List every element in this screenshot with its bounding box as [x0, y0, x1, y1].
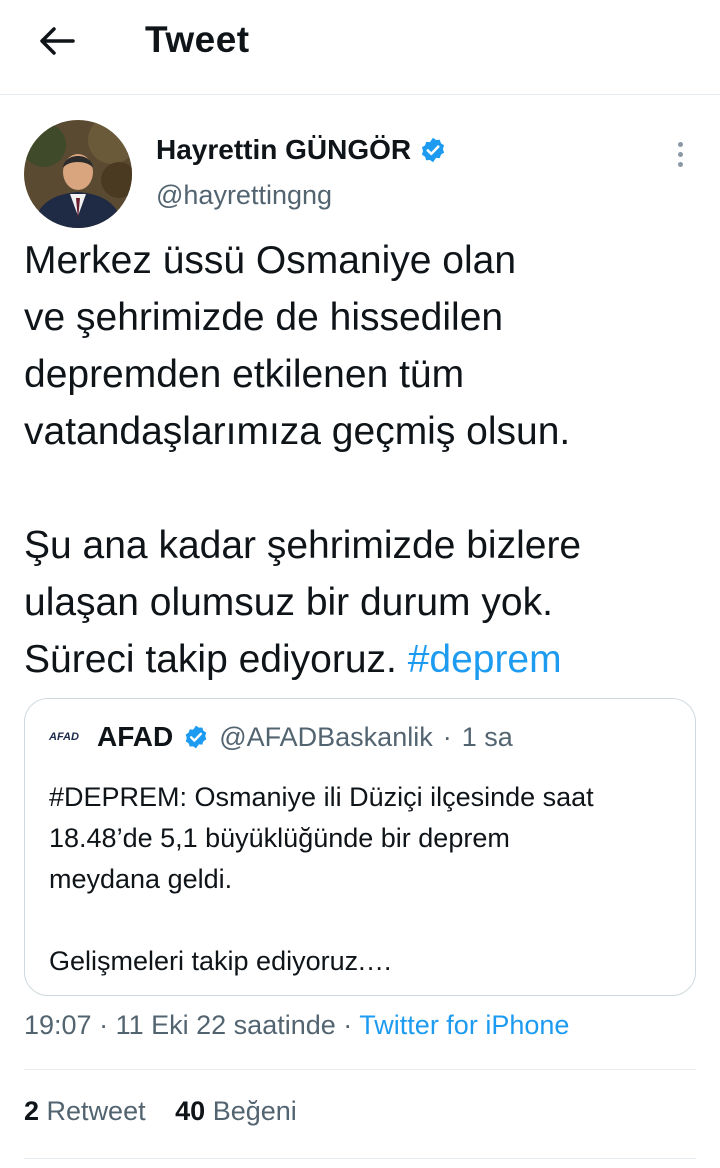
verified-badge-icon [422, 137, 445, 163]
separator-dot: · [343, 1010, 353, 1040]
tweet-time: 19:07 [24, 1010, 92, 1040]
tweet-line: ulaşan olumsuz bir durum yok. [24, 581, 553, 624]
arrow-left-icon [40, 27, 75, 55]
author-handle[interactable]: @hayrettingng [156, 180, 332, 211]
retweets-count: 2 [24, 1096, 40, 1126]
quoted-author-name: AFAD [97, 721, 174, 752]
tweet-line-text: Süreci takip ediyoruz. [24, 638, 408, 681]
tweet-stats: 2 Retweet 40 Beğeni [24, 1096, 319, 1127]
quoted-author-handle: @AFADBaskanlik [219, 721, 433, 752]
quoted-line: meydana geldi. [49, 864, 233, 894]
avatar[interactable] [24, 120, 132, 228]
afad-logo: AFAD [49, 731, 79, 743]
likes-label: Beğeni [212, 1096, 297, 1126]
verified-badge-icon [185, 725, 207, 749]
tweet-line-last: Süreci takip ediyoruz. #deprem [24, 631, 704, 688]
tweet-line: vatandaşlarımıza geçmiş olsun. [24, 410, 571, 453]
quoted-tweet-text: #DEPREM: Osmaniye ili Düziçi ilçesinde s… [49, 777, 679, 982]
tweet-text: Merkez üssü Osmaniye olan ve şehrimizde … [24, 232, 704, 688]
quoted-tweet-header: AFAD AFAD @AFADBaskanlik · 1 sa [49, 721, 513, 753]
quoted-time: 1 sa [461, 721, 513, 752]
tweet-line: ve şehrimizde de hissedilen [24, 296, 504, 339]
more-options-button[interactable] [662, 134, 698, 174]
author-name-row[interactable]: Hayrettin GÜNGÖR [156, 134, 447, 166]
quoted-tweet[interactable]: AFAD AFAD @AFADBaskanlik · 1 sa #DEPREM:… [24, 698, 696, 996]
separator-dot: · [442, 721, 452, 752]
quoted-line: 18.48’de 5,1 büyüklüğünde bir deprem [49, 823, 510, 853]
retweets-stat[interactable]: 2 Retweet [24, 1096, 146, 1126]
back-button[interactable] [34, 18, 80, 64]
retweets-label: Retweet [46, 1096, 146, 1126]
quoted-line: #DEPREM: Osmaniye ili Düziçi ilçesinde s… [49, 782, 594, 812]
author-name[interactable]: Hayrettin GÜNGÖR [156, 134, 411, 166]
more-vertical-icon [677, 141, 683, 147]
avatar-photo [24, 120, 132, 228]
page-title: Tweet [145, 19, 250, 60]
tweet-meta: 19:07 · 11 Eki 22 saatinde · Twitter for… [24, 1010, 569, 1041]
tweet-line: depremden etkilenen tüm [24, 353, 465, 396]
separator-dot: · [99, 1010, 109, 1040]
tweet-line: Merkez üssü Osmaniye olan [24, 239, 517, 282]
hashtag-link[interactable]: #deprem [408, 638, 562, 681]
top-bar: Tweet [0, 0, 720, 95]
tweet-date: 11 Eki 22 saatinde [115, 1010, 336, 1040]
quoted-line-truncated: Gelişmeleri takip ediyoruz.… [49, 946, 393, 976]
divider [24, 1158, 696, 1159]
likes-stat[interactable]: 40 Beğeni [175, 1096, 297, 1126]
likes-count: 40 [175, 1096, 206, 1126]
divider [24, 1069, 696, 1070]
tweet-line: Şu ana kadar şehrimizde bizlere [24, 524, 582, 567]
tweet-source-link[interactable]: Twitter for iPhone [359, 1010, 569, 1040]
